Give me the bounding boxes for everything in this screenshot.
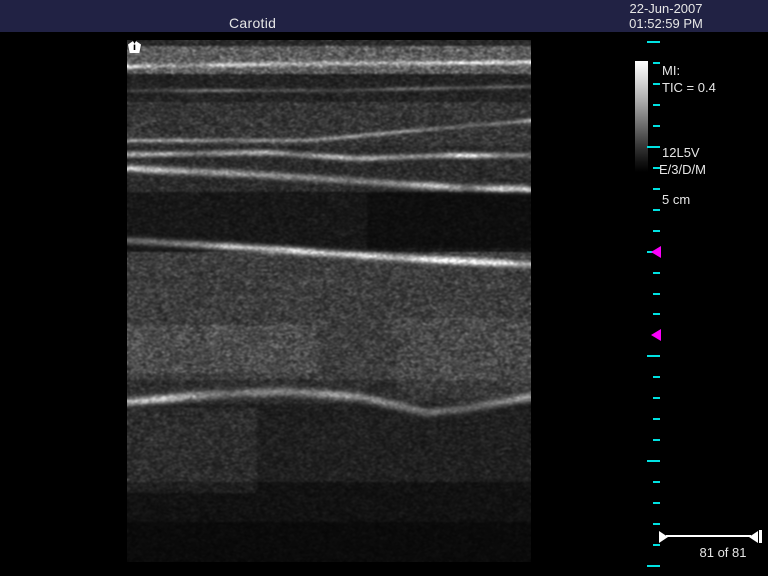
ruler-minor-tick bbox=[653, 83, 660, 85]
title-bar: Carotid 22-Jun-2007 01:52:59 PM bbox=[0, 0, 768, 32]
tic-value: TIC = 0.4 bbox=[662, 80, 716, 95]
ruler-minor-tick bbox=[653, 313, 660, 315]
transducer-label: 12L5V bbox=[662, 145, 700, 160]
focal-zone-marker-icon bbox=[651, 329, 661, 341]
ruler-major-tick bbox=[647, 251, 660, 253]
depth-label: 5 cm bbox=[662, 192, 690, 207]
ruler-major-tick bbox=[647, 146, 660, 148]
cine-playhead-icon[interactable] bbox=[659, 531, 668, 543]
ruler-minor-tick bbox=[653, 125, 660, 127]
ruler-minor-tick bbox=[653, 418, 660, 420]
ruler-minor-tick bbox=[653, 334, 660, 336]
cine-track[interactable] bbox=[666, 535, 751, 537]
ruler-minor-tick bbox=[653, 293, 660, 295]
ruler-minor-tick bbox=[653, 502, 660, 504]
ruler-major-tick bbox=[647, 355, 660, 357]
cine-end-bar bbox=[759, 530, 762, 543]
ruler-minor-tick bbox=[653, 188, 660, 190]
ruler-minor-tick bbox=[653, 439, 660, 441]
mi-label: MI: bbox=[662, 63, 680, 78]
datetime-display: 22-Jun-2007 01:52:59 PM bbox=[600, 1, 732, 31]
exam-title: Carotid bbox=[229, 15, 276, 31]
frame-counter: 81 of 81 bbox=[673, 545, 768, 560]
ruler-minor-tick bbox=[653, 544, 660, 546]
ruler-minor-tick bbox=[653, 523, 660, 525]
focal-zone-marker-icon bbox=[651, 246, 661, 258]
ruler-minor-tick bbox=[653, 209, 660, 211]
date-text: 22-Jun-2007 bbox=[600, 1, 732, 16]
ruler-minor-tick bbox=[653, 397, 660, 399]
ruler-major-tick bbox=[647, 565, 660, 567]
ruler-minor-tick bbox=[653, 272, 660, 274]
grayscale-bar bbox=[635, 61, 648, 172]
ruler-minor-tick bbox=[653, 230, 660, 232]
imaging-mode-label: E/3/D/M bbox=[659, 162, 706, 177]
ruler-minor-tick bbox=[653, 104, 660, 106]
orientation-marker-icon bbox=[128, 40, 141, 53]
ruler-minor-tick bbox=[653, 481, 660, 483]
ruler-minor-tick bbox=[653, 376, 660, 378]
ruler-minor-tick bbox=[653, 62, 660, 64]
ruler-major-tick bbox=[647, 460, 660, 462]
time-text: 01:52:59 PM bbox=[600, 16, 732, 31]
cine-end-marker-icon bbox=[749, 531, 758, 543]
ultrasound-image bbox=[127, 40, 531, 562]
ruler-major-tick bbox=[647, 41, 660, 43]
